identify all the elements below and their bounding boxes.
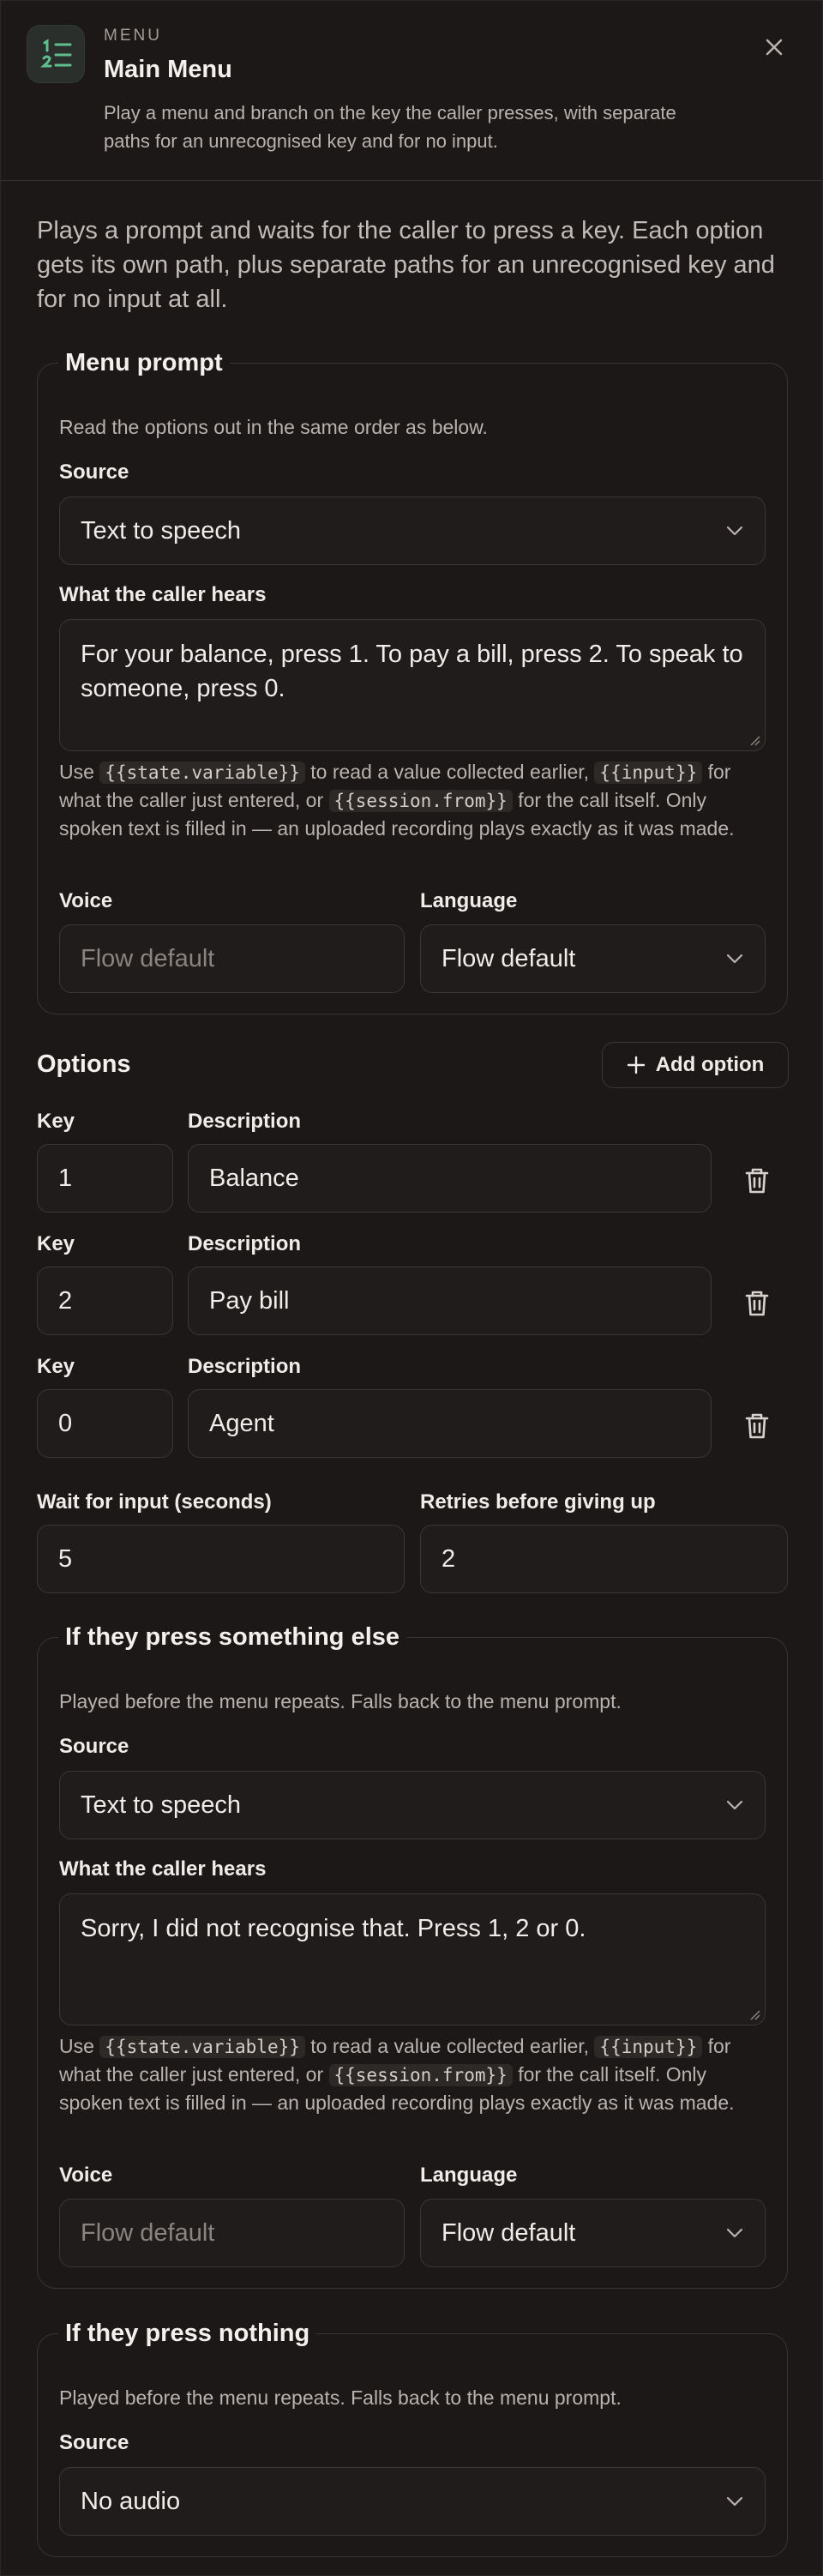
close-button[interactable]: [759, 32, 790, 63]
invalid-language-value: Flow default: [442, 2218, 576, 2247]
menu-prompt-hears-textarea[interactable]: For your balance, press 1. To pay a bill…: [59, 619, 766, 751]
invalid-source-select[interactable]: Text to speech: [59, 1771, 766, 1839]
option-description-input[interactable]: [188, 1267, 712, 1335]
option-key-label: Key: [37, 1355, 75, 1378]
numbered-list-icon: [27, 25, 85, 83]
add-option-label: Add option: [655, 1053, 765, 1076]
option-description-label: Description: [188, 1232, 302, 1255]
chevron-down-icon: [726, 1800, 743, 1810]
chevron-down-icon: [726, 954, 743, 964]
resize-handle-icon[interactable]: [748, 734, 760, 746]
option-description-label: Description: [188, 1355, 302, 1378]
menu-prompt-source-select[interactable]: Text to speech: [59, 497, 766, 565]
node-title: Main Menu: [104, 56, 232, 83]
state-variable-token: {{state.variable}}: [99, 2036, 305, 2058]
menu-prompt-source-label: Source: [59, 460, 129, 484]
option-key-label: Key: [37, 1110, 75, 1133]
trash-icon: [745, 1413, 769, 1439]
menu-node-panel: MENU Main Menu Play a menu and branch on…: [0, 0, 823, 2576]
no-input-source-label: Source: [59, 2431, 129, 2454]
retries-field[interactable]: [420, 1525, 788, 1593]
invalid-hears-label: What the caller hears: [59, 1857, 267, 1881]
no-input-title: If they press nothing: [65, 2320, 310, 2347]
option-description-label: Description: [188, 1110, 302, 1133]
delete-option-button[interactable]: [740, 1409, 774, 1443]
template-variables-help: Use {{state.variable}} to read a value c…: [59, 761, 735, 840]
menu-prompt-voice-label: Voice: [59, 889, 113, 912]
trash-icon: [745, 1291, 769, 1316]
option-description-input[interactable]: [188, 1144, 712, 1213]
menu-prompt-title: Menu prompt: [65, 349, 223, 376]
invalid-input-title: If they press something else: [65, 1623, 400, 1651]
option-key-label: Key: [37, 1232, 75, 1255]
no-input-source-select[interactable]: No audio: [59, 2467, 766, 2536]
session-from-token: {{session.from}}: [328, 790, 513, 812]
trash-icon: [745, 1168, 769, 1194]
state-variable-token: {{state.variable}}: [99, 761, 305, 784]
invalid-language-select[interactable]: Flow default: [420, 2199, 766, 2267]
menu-prompt-language-value: Flow default: [442, 944, 576, 972]
retries-label: Retries before giving up: [420, 1490, 656, 1514]
invalid-hears-textarea[interactable]: Sorry, I did not recognise that. Press 1…: [59, 1893, 766, 2025]
chevron-down-icon: [726, 2228, 743, 2238]
menu-prompt-note: Read the options out in the same order a…: [59, 416, 488, 438]
option-key-input[interactable]: [37, 1144, 173, 1213]
plus-icon: [627, 1056, 645, 1074]
delete-option-button[interactable]: [740, 1286, 774, 1321]
delete-option-button[interactable]: [740, 1164, 774, 1198]
invalid-language-label: Language: [420, 2164, 518, 2187]
chevron-down-icon: [726, 2496, 743, 2507]
template-variables-help: Use {{state.variable}} to read a value c…: [59, 2035, 735, 2114]
panel-header: MENU Main Menu Play a menu and branch on…: [1, 1, 822, 181]
chevron-down-icon: [726, 526, 743, 536]
node-subtitle: Play a menu and branch on the key the ca…: [104, 102, 676, 152]
menu-prompt-voice-input[interactable]: [59, 924, 405, 993]
wait-for-input-field[interactable]: [37, 1525, 405, 1593]
resize-handle-icon[interactable]: [748, 2008, 760, 2020]
option-description-input[interactable]: [188, 1389, 712, 1458]
input-token: {{input}}: [594, 761, 703, 784]
invalid-input-note: Played before the menu repeats. Falls ba…: [59, 1690, 622, 1712]
invalid-source-label: Source: [59, 1735, 129, 1758]
input-token: {{input}}: [594, 2036, 703, 2058]
node-type-label: MENU: [104, 27, 162, 45]
wait-for-input-label: Wait for input (seconds): [37, 1490, 272, 1514]
menu-prompt-language-select[interactable]: Flow default: [420, 924, 766, 993]
no-input-note: Played before the menu repeats. Falls ba…: [59, 2386, 622, 2409]
option-key-input[interactable]: [37, 1389, 173, 1458]
options-title: Options: [37, 1050, 131, 1078]
node-description: Plays a prompt and waits for the caller …: [37, 217, 775, 313]
invalid-voice-label: Voice: [59, 2164, 113, 2187]
invalid-source-value: Text to speech: [81, 1791, 241, 1819]
menu-prompt-hears-label: What the caller hears: [59, 583, 267, 606]
session-from-token: {{session.from}}: [328, 2064, 513, 2086]
menu-prompt-source-value: Text to speech: [81, 516, 241, 545]
add-option-button[interactable]: Add option: [602, 1042, 789, 1088]
close-icon: [766, 39, 783, 56]
invalid-voice-input[interactable]: [59, 2199, 405, 2267]
menu-prompt-language-label: Language: [420, 889, 518, 912]
option-key-input[interactable]: [37, 1267, 173, 1335]
no-input-source-value: No audio: [81, 2487, 181, 2515]
